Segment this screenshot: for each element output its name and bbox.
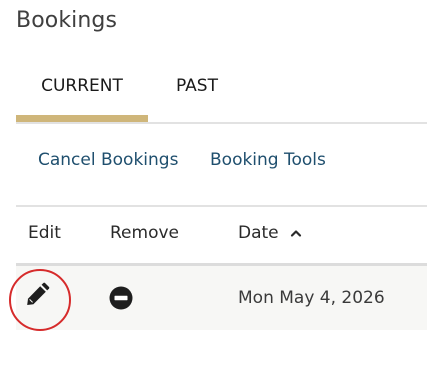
booking-tabs: CURRENT PAST [16,64,427,126]
tabs-divider [16,122,427,124]
edit-booking-button[interactable] [24,282,50,308]
pencil-icon [27,282,50,305]
booking-tools-link[interactable]: Booking Tools [210,150,326,170]
page-title: Bookings [16,8,118,33]
active-tab-indicator [16,115,148,122]
column-header-remove: Remove [110,223,179,243]
remove-booking-button[interactable] [109,286,133,310]
table-row: Mon May 4, 2026 [16,266,427,330]
column-header-edit: Edit [28,223,61,243]
tab-past[interactable]: PAST [158,64,236,122]
table-header-row: Edit Remove Date [16,207,427,263]
column-header-date[interactable]: Date [238,223,302,243]
booking-date: Mon May 4, 2026 [238,288,385,308]
column-header-date-label: Date [238,223,279,243]
minus-circle-icon [109,286,133,310]
tab-current[interactable]: CURRENT [16,64,148,122]
chevron-up-icon [290,230,302,237]
cancel-bookings-link[interactable]: Cancel Bookings [38,150,178,170]
